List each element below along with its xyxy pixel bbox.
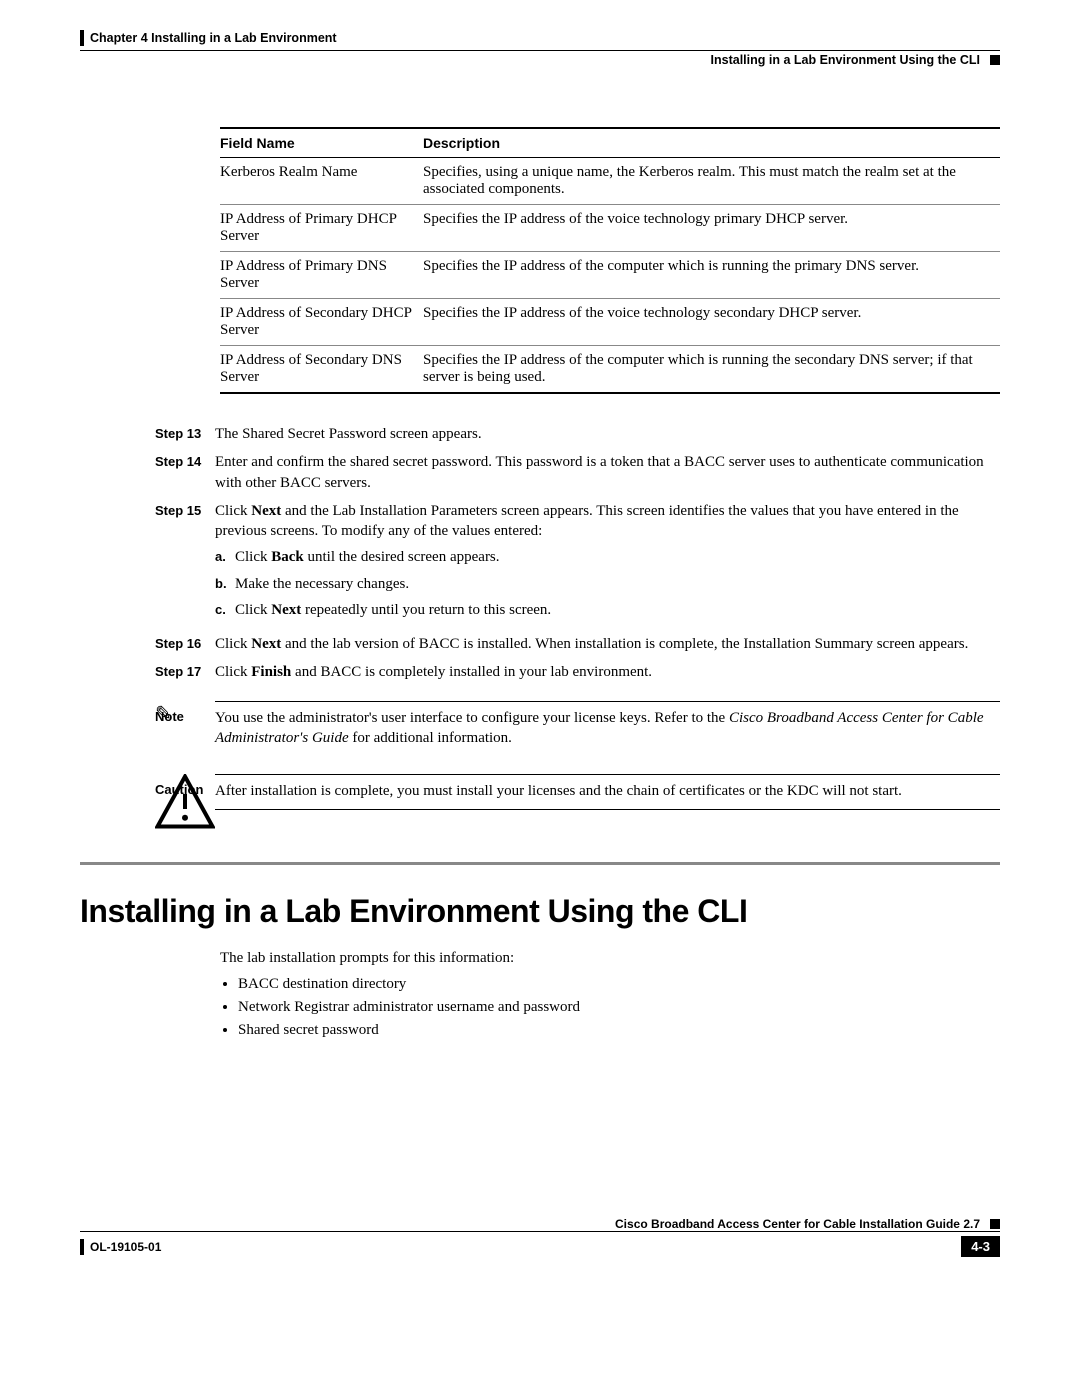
substep-b: b.Make the necessary changes.: [215, 574, 1000, 594]
table-header-desc: Description: [423, 128, 1000, 158]
note-callout: ✎ Note You use the administrator's user …: [155, 701, 1000, 749]
info-bullet-list: BACC destination directory Network Regis…: [220, 976, 1000, 1039]
step-16: Step 16 Click Next and the lab version o…: [155, 634, 1000, 654]
table-row: Kerberos Realm Name Specifies, using a u…: [220, 158, 1000, 205]
page-header: Chapter 4 Installing in a Lab Environmen…: [80, 30, 1000, 46]
section-intro: The lab installation prompts for this in…: [220, 948, 1000, 968]
header-bar-icon: [80, 30, 84, 46]
list-item: BACC destination directory: [238, 976, 1000, 993]
list-item: Shared secret password: [238, 1022, 1000, 1039]
step-17: Step 17 Click Finish and BACC is complet…: [155, 662, 1000, 682]
field-description-table: Field Name Description Kerberos Realm Na…: [220, 127, 1000, 394]
step-14: Step 14 Enter and confirm the shared sec…: [155, 452, 1000, 493]
footer-bar-icon: [80, 1239, 84, 1255]
table-row: IP Address of Secondary DNS Server Speci…: [220, 346, 1000, 394]
section-divider: [80, 862, 1000, 865]
page-number-badge: 4-3: [961, 1236, 1000, 1257]
header-square-icon: [990, 55, 1000, 65]
section-heading: Installing in a Lab Environment Using th…: [80, 893, 1000, 930]
page-footer: Cisco Broadband Access Center for Cable …: [80, 1217, 1000, 1257]
footer-guide-title: Cisco Broadband Access Center for Cable …: [615, 1217, 980, 1231]
section-breadcrumb: Installing in a Lab Environment Using th…: [711, 53, 980, 67]
step-15: Step 15 Click Next and the Lab Installat…: [155, 501, 1000, 626]
substep-c: c.Click Next repeatedly until you return…: [215, 600, 1000, 620]
substep-a: a.Click Back until the desired screen ap…: [215, 547, 1000, 567]
table-row: IP Address of Primary DNS Server Specifi…: [220, 252, 1000, 299]
caution-callout: Caution After installation is complete, …: [155, 774, 1000, 834]
table-row: IP Address of Secondary DHCP Server Spec…: [220, 299, 1000, 346]
chapter-title: Chapter 4 Installing in a Lab Environmen…: [90, 31, 337, 45]
table-row: IP Address of Primary DHCP Server Specif…: [220, 205, 1000, 252]
list-item: Network Registrar administrator username…: [238, 999, 1000, 1016]
footer-doc-number: OL-19105-01: [90, 1240, 161, 1254]
footer-square-icon: [990, 1219, 1000, 1229]
step-13: Step 13 The Shared Secret Password scree…: [155, 424, 1000, 444]
table-header-field: Field Name: [220, 128, 423, 158]
